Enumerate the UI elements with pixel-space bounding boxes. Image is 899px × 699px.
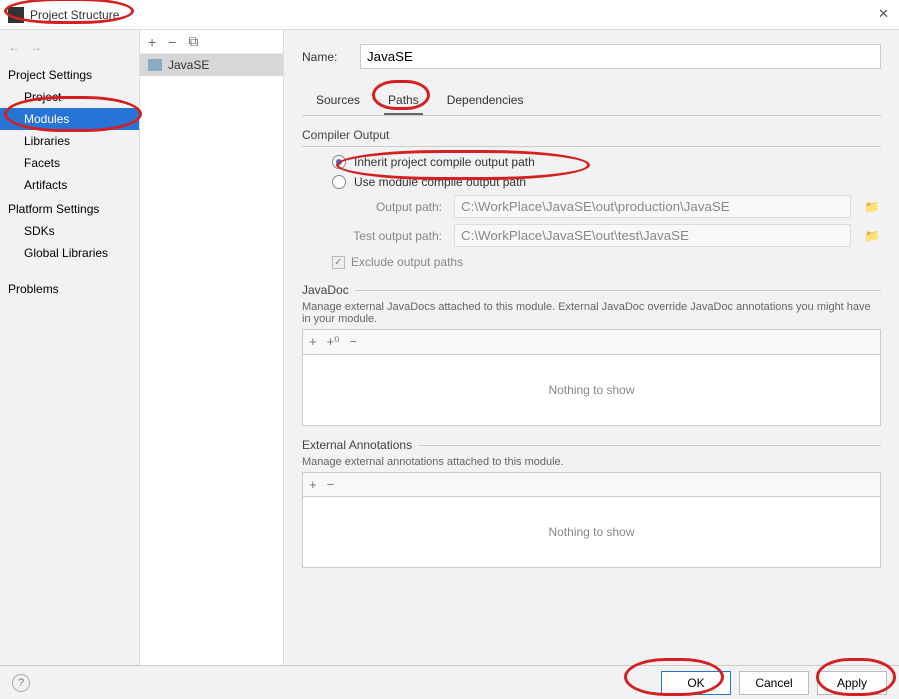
add-icon[interactable]: + <box>309 334 317 350</box>
sidebar: ← → Project Settings Project Modules Lib… <box>0 30 140 665</box>
sidebar-item-facets[interactable]: Facets <box>0 152 139 174</box>
sidebar-item-modules[interactable]: Modules <box>0 108 139 130</box>
ext-anno-empty: Nothing to show <box>302 496 881 568</box>
add-module-icon[interactable]: + <box>148 34 156 50</box>
folder-icon <box>148 59 162 71</box>
javadoc-desc: Manage external JavaDocs attached to thi… <box>302 301 881 325</box>
section-project-settings: Project Settings <box>0 62 139 86</box>
remove-icon[interactable]: − <box>327 477 335 492</box>
nav-forward-icon[interactable]: → <box>30 40 42 54</box>
output-path-label: Output path: <box>332 200 442 214</box>
radio-icon <box>332 175 346 189</box>
browse-icon: 📁 <box>863 229 881 243</box>
sidebar-item-project[interactable]: Project <box>0 86 139 108</box>
compiler-output-label: Compiler Output <box>302 128 881 142</box>
module-row[interactable]: JavaSE <box>140 54 283 76</box>
exclude-checkbox-row: ✓ Exclude output paths <box>332 255 881 269</box>
remove-icon[interactable]: − <box>349 334 357 350</box>
cancel-button[interactable]: Cancel <box>739 671 809 695</box>
tab-dependencies[interactable]: Dependencies <box>443 87 528 115</box>
browse-icon: 📁 <box>863 200 881 214</box>
javadoc-title: JavaDoc <box>302 283 349 297</box>
copy-module-icon[interactable]: ⧉ <box>188 33 198 50</box>
radio-icon <box>332 155 346 169</box>
name-input[interactable] <box>360 44 881 69</box>
close-icon[interactable]: ✕ <box>878 6 889 22</box>
footer: ? OK Cancel Apply <box>0 665 899 699</box>
radio-module-label: Use module compile output path <box>354 175 526 189</box>
radio-module[interactable]: Use module compile output path <box>332 175 881 189</box>
radio-inherit-label: Inherit project compile output path <box>354 155 535 169</box>
ext-anno-title: External Annotations <box>302 438 412 452</box>
output-path-input <box>454 195 851 218</box>
tabs: Sources Paths Dependencies <box>302 87 881 116</box>
ok-button[interactable]: OK <box>661 671 731 695</box>
remove-module-icon[interactable]: − <box>168 34 176 50</box>
tab-paths[interactable]: Paths <box>384 87 423 115</box>
module-name: JavaSE <box>168 58 209 72</box>
nav-back-icon[interactable]: ← <box>8 40 20 54</box>
titlebar: Project Structure ✕ <box>0 0 899 30</box>
test-output-label: Test output path: <box>332 229 442 243</box>
window-title: Project Structure <box>30 8 119 22</box>
add-url-icon[interactable]: +⁰ <box>327 334 340 350</box>
add-icon[interactable]: + <box>309 477 317 492</box>
name-label: Name: <box>302 50 346 64</box>
help-icon[interactable]: ? <box>12 674 30 692</box>
javadoc-empty: Nothing to show <box>302 354 881 426</box>
sidebar-item-problems[interactable]: Problems <box>0 278 139 300</box>
sidebar-item-global-libraries[interactable]: Global Libraries <box>0 242 139 264</box>
tab-sources[interactable]: Sources <box>312 87 364 115</box>
module-list: + − ⧉ JavaSE <box>140 30 284 665</box>
sidebar-item-libraries[interactable]: Libraries <box>0 130 139 152</box>
radio-inherit[interactable]: Inherit project compile output path <box>332 155 881 169</box>
ext-anno-desc: Manage external annotations attached to … <box>302 456 881 468</box>
apply-button[interactable]: Apply <box>817 671 887 695</box>
test-output-input <box>454 224 851 247</box>
exclude-label: Exclude output paths <box>351 255 463 269</box>
sidebar-item-sdks[interactable]: SDKs <box>0 220 139 242</box>
sidebar-item-artifacts[interactable]: Artifacts <box>0 174 139 196</box>
section-platform-settings: Platform Settings <box>0 196 139 220</box>
details-panel: Name: Sources Paths Dependencies Compile… <box>284 30 899 665</box>
checkbox-icon: ✓ <box>332 256 345 269</box>
app-icon <box>8 7 24 23</box>
